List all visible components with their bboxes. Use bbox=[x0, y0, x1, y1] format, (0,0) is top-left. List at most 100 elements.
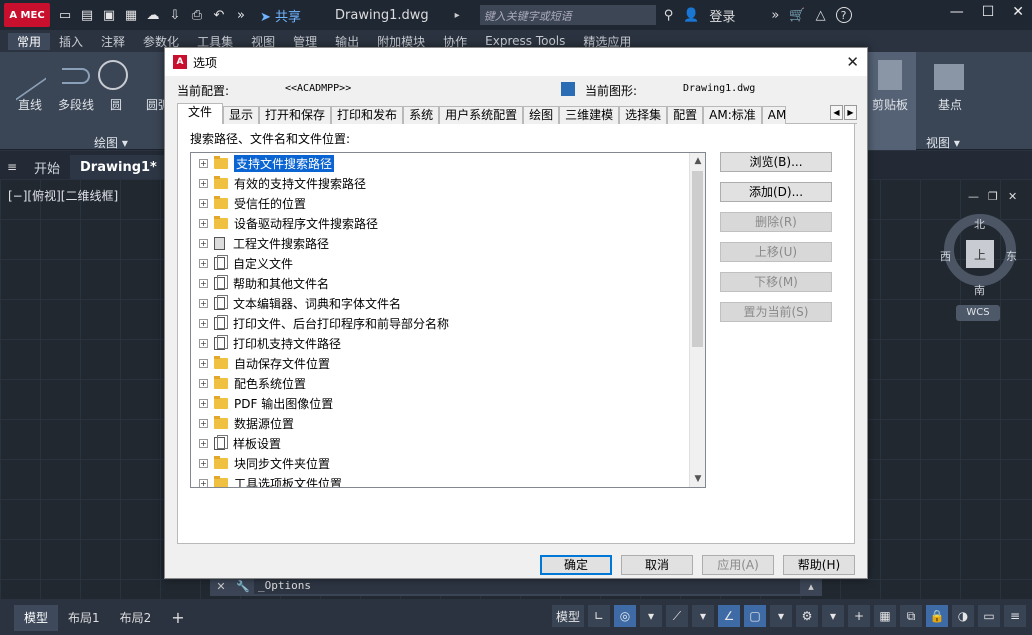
maximize-icon[interactable]: ☐ bbox=[982, 4, 995, 20]
tree-item[interactable]: + 工程文件搜索路径 bbox=[191, 233, 705, 253]
workspace-icon[interactable]: ▦ bbox=[874, 605, 896, 627]
tab-3d-modeling[interactable]: 三维建模 bbox=[559, 106, 620, 124]
add-button[interactable]: 添加(D)... bbox=[720, 182, 832, 202]
expand-icon[interactable]: + bbox=[199, 238, 208, 248]
tree-item[interactable]: + 配色系统位置 bbox=[191, 373, 705, 393]
tree-item[interactable]: + 打印文件、后台打印程序和前导部分名称 bbox=[191, 313, 705, 333]
lock-icon[interactable]: 🔒 bbox=[926, 605, 948, 627]
command-wrench-icon[interactable]: 🔧 bbox=[232, 580, 254, 593]
tabs-menu-icon[interactable]: ≡ bbox=[0, 155, 24, 179]
command-settings-icon[interactable]: ✕ bbox=[210, 580, 232, 593]
osnap-tracking-icon[interactable]: ∠ bbox=[718, 605, 740, 627]
tree-item[interactable]: + 有效的支持文件搜索路径 bbox=[191, 173, 705, 193]
osnap-dropdown-icon[interactable]: ▾ bbox=[770, 605, 792, 627]
command-dropdown-icon[interactable]: ▴ bbox=[800, 580, 822, 593]
plus-icon[interactable]: + bbox=[848, 605, 870, 627]
move-down-button[interactable]: 下移(M) bbox=[720, 272, 832, 292]
layout-tab-model[interactable]: 模型 bbox=[14, 604, 59, 631]
tree-item[interactable]: + 受信任的位置 bbox=[191, 193, 705, 213]
polar-icon[interactable]: ◎ bbox=[614, 605, 636, 627]
cart-icon[interactable]: 🛒 bbox=[789, 8, 805, 23]
tab-drafting[interactable]: 绘图 bbox=[523, 106, 560, 124]
app-logo[interactable]: A MEC bbox=[4, 3, 50, 27]
command-input[interactable]: _Options bbox=[254, 578, 800, 594]
isodraft-icon[interactable]: ⟋ bbox=[666, 605, 688, 627]
viewcube-north[interactable]: 北 bbox=[974, 216, 985, 232]
wcs-menu[interactable]: WCS bbox=[956, 305, 1000, 321]
viewcube-top-face[interactable]: 上 bbox=[966, 240, 994, 268]
tab-scroll-left-icon[interactable]: ◀ bbox=[830, 105, 843, 120]
tab-system[interactable]: 系统 bbox=[403, 106, 440, 124]
line-tool[interactable]: 直线 bbox=[18, 96, 42, 113]
help-button[interactable]: 帮助(H) bbox=[783, 555, 855, 575]
viewcube-west[interactable]: 西 bbox=[940, 248, 951, 264]
paste-icon[interactable] bbox=[878, 60, 902, 90]
panel-draw-label[interactable]: 绘图 ▾ bbox=[94, 134, 128, 151]
basepoint-icon[interactable] bbox=[934, 64, 964, 90]
tab-open-save[interactable]: 打开和保存 bbox=[259, 106, 332, 124]
tree-item[interactable]: + PDF 输出图像位置 bbox=[191, 393, 705, 413]
viewport-restore-icon[interactable]: ❐ bbox=[988, 190, 998, 203]
expand-icon[interactable]: + bbox=[199, 438, 208, 448]
save-as-icon[interactable]: ▦ bbox=[122, 6, 140, 24]
expand-icon[interactable]: + bbox=[199, 338, 208, 348]
customize-icon[interactable]: ≡ bbox=[1004, 605, 1026, 627]
hardware-icon[interactable]: ▭ bbox=[978, 605, 1000, 627]
polar-dropdown-icon[interactable]: ▾ bbox=[640, 605, 662, 627]
expand-icon[interactable]: + bbox=[199, 378, 208, 388]
tab-profiles[interactable]: 配置 bbox=[667, 106, 704, 124]
help-icon[interactable]: ? bbox=[835, 7, 852, 23]
expand-icon[interactable]: + bbox=[199, 398, 208, 408]
browse-button[interactable]: 浏览(B)... bbox=[720, 152, 832, 172]
isolate-icon[interactable]: ◑ bbox=[952, 605, 974, 627]
expand-icon[interactable]: + bbox=[199, 318, 208, 328]
open-icon[interactable]: ▤ bbox=[78, 6, 96, 24]
panel-view-label[interactable]: 视图 ▾ bbox=[926, 134, 960, 151]
apply-button[interactable]: 应用(A) bbox=[702, 555, 774, 575]
search-arrow-icon[interactable]: ▸ bbox=[455, 10, 460, 21]
save-icon[interactable]: ▣ bbox=[100, 6, 118, 24]
minimize-icon[interactable]: — bbox=[950, 4, 964, 20]
viewport-label[interactable]: [−][俯视][二维线框] bbox=[8, 187, 118, 204]
tab-start[interactable]: 开始 bbox=[24, 155, 70, 179]
login-button[interactable]: 登录 bbox=[709, 6, 735, 25]
ribbon-tab-insert[interactable]: 插入 bbox=[50, 33, 92, 50]
annotation-icon[interactable]: ⧉ bbox=[900, 605, 922, 627]
tree-item[interactable]: + 块同步文件夹位置 bbox=[191, 453, 705, 473]
cloud-icon[interactable]: ☁ bbox=[144, 6, 162, 24]
tab-scroll-right-icon[interactable]: ▶ bbox=[844, 105, 857, 120]
tree-item[interactable]: + 数据源位置 bbox=[191, 413, 705, 433]
tab-selection[interactable]: 选择集 bbox=[619, 106, 668, 124]
print-icon[interactable]: ⎙ bbox=[188, 6, 206, 24]
move-up-button[interactable]: 上移(U) bbox=[720, 242, 832, 262]
tab-display[interactable]: 显示 bbox=[223, 106, 260, 124]
search-icon[interactable]: ⚲ bbox=[664, 8, 674, 23]
isodraft-dropdown-icon[interactable]: ▾ bbox=[692, 605, 714, 627]
undo-icon[interactable]: ↶ bbox=[210, 6, 228, 24]
expand-icon[interactable]: + bbox=[199, 258, 208, 268]
autodesk-icon[interactable]: △ bbox=[816, 8, 826, 23]
viewcube-east[interactable]: 东 bbox=[1006, 248, 1017, 264]
viewcube-south[interactable]: 南 bbox=[974, 282, 985, 298]
tree-item[interactable]: + 文本编辑器、词典和字体文件名 bbox=[191, 293, 705, 313]
remove-button[interactable]: 删除(R) bbox=[720, 212, 832, 232]
osnap-icon[interactable]: ▢ bbox=[744, 605, 766, 627]
expand-icon[interactable]: + bbox=[199, 358, 208, 368]
close-window-icon[interactable]: ✕ bbox=[1012, 4, 1024, 20]
ribbon-tab-annotate[interactable]: 注释 bbox=[92, 33, 134, 50]
tree-item[interactable]: + 自定义文件 bbox=[191, 253, 705, 273]
ribbon-tab-home[interactable]: 常用 bbox=[8, 32, 51, 50]
tree-scrollbar[interactable]: ▲ ▼ bbox=[689, 153, 705, 487]
viewport-close-icon[interactable]: ✕ bbox=[1008, 190, 1017, 203]
ortho-icon[interactable]: ∟ bbox=[588, 605, 610, 627]
search-input[interactable]: 键入关键字或短语 bbox=[479, 5, 656, 25]
tree-item[interactable]: + 打印机支持文件路径 bbox=[191, 333, 705, 353]
expand-icon[interactable]: + bbox=[199, 278, 208, 288]
export-icon[interactable]: ⇩ bbox=[166, 6, 184, 24]
expand-icon[interactable]: + bbox=[199, 198, 208, 208]
polyline-tool[interactable]: 多段线 bbox=[58, 96, 94, 113]
expand-icon[interactable]: + bbox=[199, 218, 208, 228]
layout-tab-2[interactable]: 布局2 bbox=[110, 605, 162, 631]
tree-item[interactable]: + 帮助和其他文件名 bbox=[191, 273, 705, 293]
tree-item[interactable]: + 自动保存文件位置 bbox=[191, 353, 705, 373]
